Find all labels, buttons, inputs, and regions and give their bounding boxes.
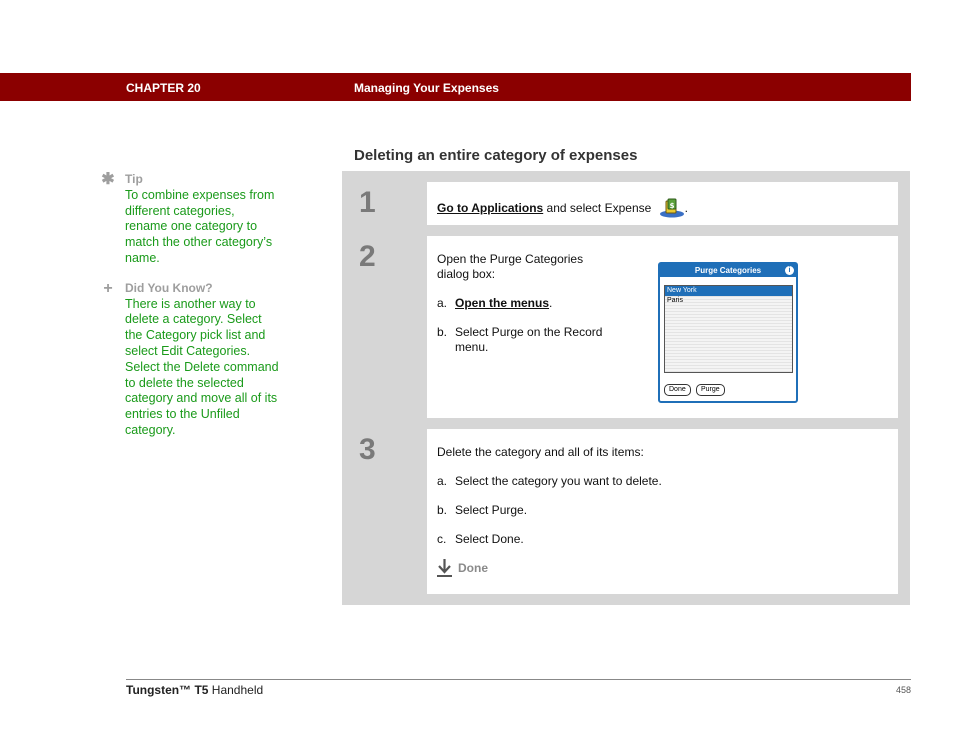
expense-app-icon: $ bbox=[659, 198, 684, 218]
step-3: 3 Delete the category and all of its ite… bbox=[353, 429, 898, 594]
footer-product: Tungsten™ T5 Handheld bbox=[126, 683, 263, 697]
step-number: 1 bbox=[359, 186, 376, 219]
step-3-content: Delete the category and all of its items… bbox=[437, 445, 877, 577]
step-1-text: and select Expense bbox=[543, 201, 652, 215]
step-2: 2 Open the Purge Categories dialog box: … bbox=[353, 236, 898, 418]
tip-heading: Tip bbox=[125, 172, 143, 186]
info-icon[interactable]: i bbox=[785, 266, 794, 275]
arrow-down-icon bbox=[437, 559, 452, 577]
plus-icon: + bbox=[103, 279, 113, 297]
section-title: Deleting an entire category of expenses bbox=[354, 147, 638, 164]
step-1-end: . bbox=[684, 201, 688, 215]
dialog-title: Purge Categories bbox=[660, 264, 796, 277]
list-item[interactable]: Paris bbox=[665, 296, 792, 306]
step-number: 2 bbox=[359, 240, 376, 273]
step-3a: a. Select the category you want to delet… bbox=[437, 474, 662, 488]
footer-brand: Tungsten™ T5 bbox=[126, 683, 209, 697]
tip-block: ✱ Tip To combine expenses from different… bbox=[100, 172, 280, 267]
svg-text:$: $ bbox=[669, 202, 674, 210]
step-1: 1 Go to Applications and select Expense … bbox=[353, 182, 898, 225]
done-marker: Done bbox=[437, 559, 877, 577]
tip-text: To combine expenses from different categ… bbox=[125, 187, 275, 265]
chapter-header-bar: CHAPTER 20 Managing Your Expenses bbox=[0, 73, 911, 101]
step-2-content: Open the Purge Categories dialog box: a.… bbox=[437, 252, 617, 355]
did-you-know-block: + Did You Know? There is another way to … bbox=[100, 279, 280, 439]
purge-button[interactable]: Purge bbox=[696, 384, 725, 396]
did-you-know-text: There is another way to delete a categor… bbox=[125, 296, 279, 437]
steps-panel: 1 Go to Applications and select Expense … bbox=[342, 171, 910, 605]
footer-product-name: Handheld bbox=[208, 683, 264, 697]
done-button[interactable]: Done bbox=[664, 384, 691, 396]
sidebar: ✱ Tip To combine expenses from different… bbox=[100, 172, 280, 439]
asterisk-icon: ✱ bbox=[101, 171, 115, 188]
step-2-intro: Open the Purge Categories dialog box: bbox=[437, 252, 584, 281]
did-you-know-heading: Did You Know? bbox=[125, 280, 213, 295]
step-number: 3 bbox=[359, 433, 376, 466]
chapter-label: CHAPTER 20 bbox=[126, 81, 201, 95]
step-1-content: Go to Applications and select Expense $ … bbox=[437, 198, 688, 218]
category-list: New York Paris bbox=[664, 285, 793, 373]
step-3c: c. Select Done. bbox=[437, 532, 524, 546]
step-3-intro: Delete the category and all of its items… bbox=[437, 445, 644, 459]
footer-divider bbox=[126, 679, 911, 680]
chapter-title: Managing Your Expenses bbox=[354, 81, 499, 95]
list-item[interactable]: New York bbox=[665, 286, 792, 296]
step-3b: b. Select Purge. bbox=[437, 503, 528, 517]
go-to-applications-link[interactable]: Go to Applications bbox=[437, 201, 543, 215]
step-2a: a. Open the menus. bbox=[437, 296, 553, 310]
open-the-menus-link[interactable]: Open the menus bbox=[455, 296, 549, 310]
purge-categories-dialog: Purge Categories i New York Paris Done P… bbox=[658, 262, 798, 403]
step-2b: b. Select Purge on the Record menu. bbox=[437, 325, 603, 354]
page-number: 458 bbox=[895, 685, 911, 695]
done-label: Done bbox=[458, 560, 488, 575]
